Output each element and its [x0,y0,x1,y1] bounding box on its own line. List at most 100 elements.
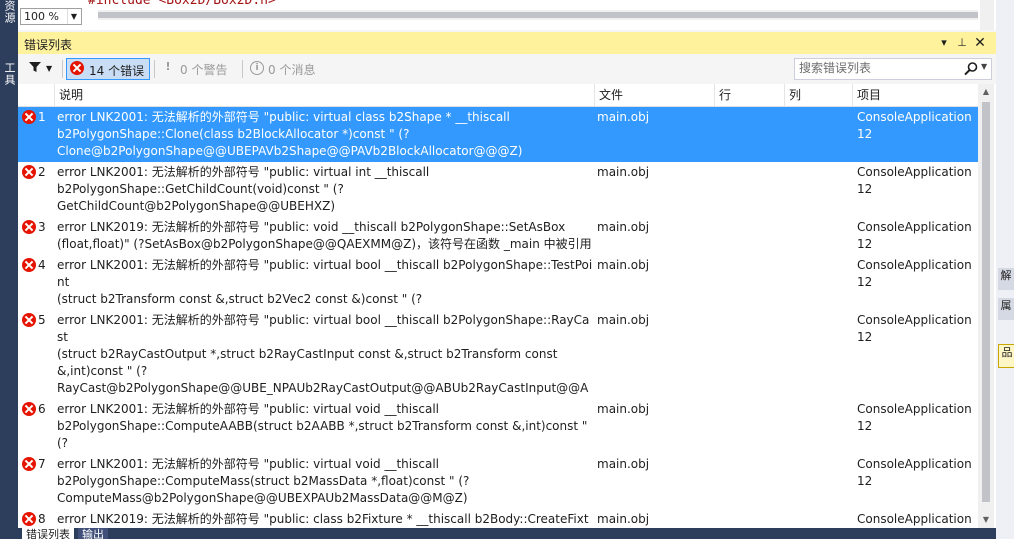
scroll-down-arrow-icon[interactable]: ▼ [978,512,994,528]
table-row[interactable]: 4 error LNK2001: 无法解析的外部符号 "public: virt… [18,255,978,323]
solution-explorer-side-tab[interactable]: 资源管理器 [1,0,17,34]
scrollbar-thumb[interactable] [982,102,990,502]
error-project: ConsoleApplication [857,512,972,526]
row-number: 2 [38,165,46,179]
error-icon [22,110,36,124]
messages-filter-toggle[interactable]: i 0 个消息 [246,58,322,78]
scrollbar-thumb[interactable] [98,12,978,18]
errors-filter-toggle[interactable]: 14 个错误 [66,58,150,80]
table-header: 说明 文件 行 列 项目 [18,84,978,107]
warnings-count-label: 0 个警告 [180,63,228,77]
filter-dropdown-button[interactable]: ▼ [24,60,60,78]
error-project: ConsoleApplication 12 [857,165,972,196]
bottom-tab-strip: 错误列表 输出 [18,528,996,539]
toolbar-separator [154,60,155,78]
tab-error-list[interactable]: 错误列表 [22,528,74,539]
column-header-icon[interactable] [18,84,54,106]
error-icon [22,220,36,234]
table-row[interactable]: 5 error LNK2001: 无法解析的外部符号 "public: virt… [18,310,978,429]
editor-vertical-scrollbar[interactable] [980,0,994,30]
chevron-down-icon[interactable]: ▼ [67,9,80,24]
error-file: main.obj [597,110,650,124]
table-row[interactable]: 3 error LNK2019: 无法解析的外部符号 "public: void… [18,217,978,255]
filter-icon [28,60,42,80]
zoom-value: 100 % [24,10,59,23]
column-header-project[interactable]: 项目 [852,84,978,106]
error-icon [22,165,36,179]
table-row[interactable]: 2 error LNK2001: 无法解析的外部符号 "public: virt… [18,162,978,217]
properties-side-tab[interactable]: 属 [998,298,1014,320]
column-header-file[interactable]: 文件 [594,84,714,106]
toolbar-separator [242,60,243,78]
error-file: main.obj [597,313,650,327]
row-number: 5 [38,313,46,327]
error-file: main.obj [597,457,650,471]
error-description: error LNK2019: 无法解析的外部符号 "public: void _… [57,220,592,251]
editor-horizontal-scrollbar[interactable] [98,10,978,20]
panel-title: 错误列表 [24,38,73,52]
error-icon [22,313,36,327]
warning-icon: ! [165,60,171,73]
column-header-line[interactable]: 行 [714,84,784,106]
error-file: main.obj [597,165,650,179]
table-row[interactable]: 8 error LNK2019: 无法解析的外部符号 "public: clas… [18,509,978,528]
error-project: ConsoleApplication 12 [857,402,972,433]
search-box[interactable]: ▼ [794,58,992,80]
column-header-column[interactable]: 列 [784,84,852,106]
row-number: 1 [38,110,46,124]
error-file: main.obj [597,220,650,234]
toolbox-side-tab[interactable]: 工具箱 [1,62,17,86]
error-icon [22,258,36,272]
error-list-toolbar: ▼ 14 个错误 ! 0 个警告 i 0 个消息 ▼ [18,56,996,82]
table-row[interactable]: 1 error LNK2001: 无法解析的外部符号 "public: virt… [18,107,978,162]
error-description: error LNK2001: 无法解析的外部符号 "public: virtua… [57,457,470,505]
table-row[interactable]: 7 error LNK2001: 无法解析的外部符号 "public: virt… [18,454,978,509]
warnings-filter-toggle[interactable]: ! 0 个警告 [158,58,234,78]
error-icon [22,457,36,471]
search-icon[interactable] [963,61,979,77]
row-number: 4 [38,258,46,272]
error-file: main.obj [597,258,650,272]
error-description: error LNK2019: 无法解析的外部符号 "public: class … [57,512,589,526]
auto-hide-pin-button[interactable]: ⊥ [954,35,970,51]
tab-output[interactable]: 输出 [78,528,108,539]
panel-title-bar[interactable]: 错误列表 ▾ ⊥ ✕ [18,32,996,54]
error-description: error LNK2001: 无法解析的外部符号 "public: virtua… [57,165,430,213]
error-project: ConsoleApplication 12 [857,110,972,141]
errors-count-label: 14 个错误 [89,64,145,78]
right-dock-strip: 解 属 品 [996,0,1014,539]
left-dock-strip: 资源管理器 工具箱 [0,0,18,539]
error-project: ConsoleApplication 12 [857,457,972,488]
messages-count-label: 0 个消息 [268,63,316,77]
table-row[interactable]: 6 error LNK2001: 无法解析的外部符号 "public: virt… [18,399,978,467]
error-project: ConsoleApplication 12 [857,258,972,289]
zoom-combo[interactable]: 100 % ▼ [20,8,82,25]
error-project: ConsoleApplication 12 [857,313,972,344]
error-file: main.obj [597,512,650,526]
window-position-dropdown-button[interactable]: ▾ [936,35,952,51]
error-file: main.obj [597,402,650,416]
toolbar-separator [62,60,63,78]
error-project: ConsoleApplication 12 [857,220,972,251]
chevron-down-icon[interactable]: ▼ [981,62,987,71]
row-number: 8 [38,512,46,526]
error-list-vertical-scrollbar[interactable]: ▲ ▼ [978,84,994,528]
code-editor[interactable]: #include <Box2D/Box2D.h> 100 % ▼ [18,0,996,30]
error-icon [22,512,36,526]
side-tab-item[interactable]: 品 [998,344,1014,368]
code-line[interactable]: #include <Box2D/Box2D.h> [88,0,276,8]
scroll-up-arrow-icon[interactable]: ▲ [978,84,994,100]
search-input[interactable] [797,60,959,76]
error-description: error LNK2001: 无法解析的外部符号 "public: virtua… [57,110,523,158]
error-icon [70,61,84,75]
column-header-description[interactable]: 说明 [54,84,594,106]
row-number: 6 [38,402,46,416]
error-rows: 1 error LNK2001: 无法解析的外部符号 "public: virt… [18,107,978,528]
close-panel-button[interactable]: ✕ [972,35,988,51]
error-table: 说明 文件 行 列 项目 1 error LNK2001: 无法解析的外部符号 … [18,84,996,528]
chevron-down-icon: ▼ [46,64,53,73]
solution-side-tab[interactable]: 解 [998,268,1014,290]
row-number: 3 [38,220,46,234]
info-icon: i [250,61,264,75]
error-icon [22,402,36,416]
